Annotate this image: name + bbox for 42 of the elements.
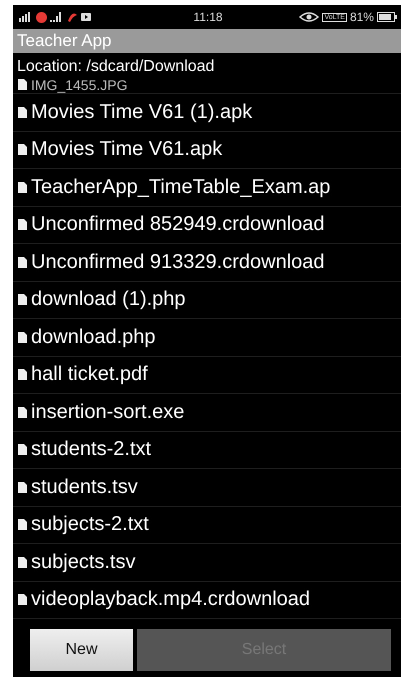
- file-icon: [18, 219, 27, 230]
- file-item[interactable]: TeacherApp_TimeTable_Exam.ap: [13, 169, 401, 206]
- status-time: 11:18: [193, 10, 223, 24]
- file-item[interactable]: subjects-2.txt: [13, 506, 401, 544]
- file-item[interactable]: Unconfirmed 913329.crdownload: [13, 244, 401, 282]
- file-icon: [18, 482, 27, 493]
- signal-icon: [50, 12, 64, 22]
- file-item[interactable]: videoplayback.mp4.crdownload: [13, 582, 401, 619]
- file-item[interactable]: Movies Time V61 (1).apk: [13, 94, 401, 132]
- eye-icon: [299, 12, 320, 22]
- file-icon: [18, 144, 27, 156]
- file-item[interactable]: download.php: [13, 319, 401, 356]
- file-item[interactable]: Unconfirmed 852949.crdownload: [13, 206, 401, 244]
- video-icon: [81, 13, 91, 21]
- file-item[interactable]: download (1).php: [13, 282, 401, 319]
- file-icon: [18, 294, 27, 306]
- file-icon: [18, 332, 27, 343]
- file-item[interactable]: IMG_1455.JPG: [13, 76, 401, 94]
- file-icon: [18, 594, 27, 606]
- file-icon: [18, 406, 27, 418]
- battery-percent: 81%: [350, 10, 374, 24]
- signal-icon: [19, 12, 33, 22]
- file-icon: [18, 182, 27, 193]
- file-icon: [18, 79, 27, 90]
- carrier-icon: [36, 12, 47, 22]
- file-item[interactable]: students.tsv: [13, 469, 401, 506]
- file-item[interactable]: students-2.txt: [13, 432, 401, 469]
- file-icon: [18, 256, 27, 268]
- file-icon: [18, 106, 27, 118]
- file-item[interactable]: subjects.tsv: [13, 544, 401, 582]
- location-path: Location: /sdcard/Download: [16, 57, 216, 76]
- file-item[interactable]: hall ticket.pdf: [13, 356, 401, 394]
- file-icon: [18, 444, 27, 456]
- new-button[interactable]: New: [30, 629, 133, 671]
- carrier-icon: [67, 12, 78, 22]
- file-item[interactable]: insertion-sort.exe: [13, 394, 401, 432]
- file-icon: [18, 369, 27, 380]
- file-icon: [18, 556, 27, 568]
- file-item[interactable]: Movies Time V61.apk: [13, 132, 401, 169]
- app-title: Teacher App: [17, 31, 112, 51]
- file-icon: [18, 519, 27, 530]
- battery-icon: [376, 12, 397, 22]
